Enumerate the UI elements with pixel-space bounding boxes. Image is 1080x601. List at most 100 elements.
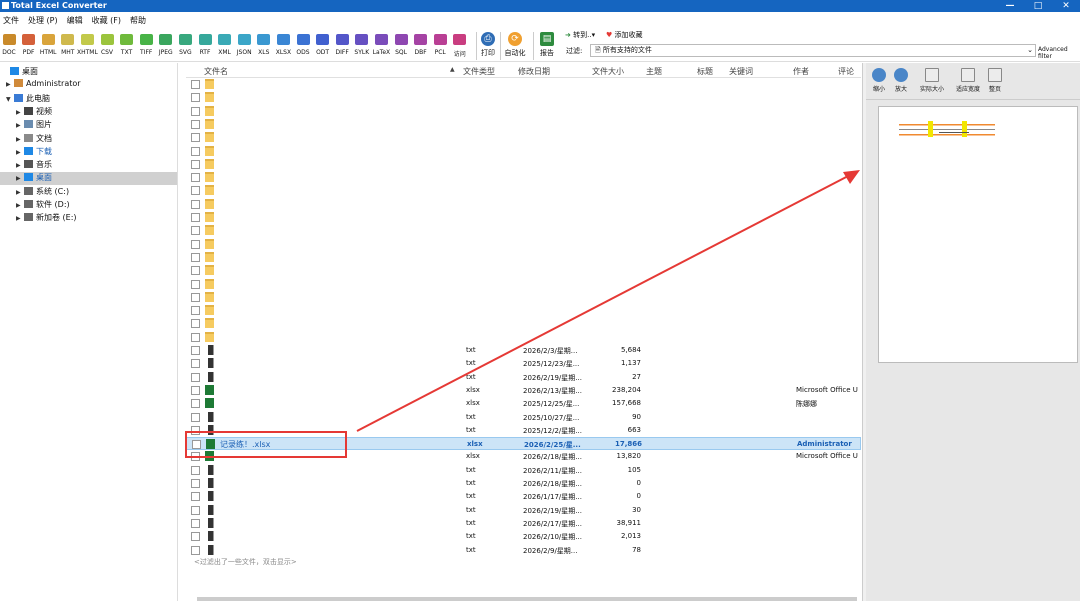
convert-sql-button[interactable]: SQL <box>393 34 409 56</box>
col-subject[interactable]: 主题 <box>646 66 662 77</box>
expand-arrow-icon[interactable]: ▶ <box>16 189 24 196</box>
row-checkbox[interactable] <box>191 372 200 382</box>
row-checkbox[interactable] <box>191 80 200 89</box>
row-checkbox[interactable] <box>191 106 200 116</box>
file-row[interactable]: txt 2026/2/3/星期... 5,684 <box>186 344 861 357</box>
add-favorite-button[interactable]: ♥ 添加收藏 <box>606 30 643 40</box>
expand-arrow-icon[interactable]: ▶ <box>16 162 24 169</box>
row-checkbox[interactable] <box>191 319 200 329</box>
col-comment[interactable]: 评论 <box>838 66 854 77</box>
tree-item[interactable]: ▶ 图片 <box>0 119 177 132</box>
col-keywords[interactable]: 关键词 <box>729 66 753 77</box>
tree-item[interactable]: ▶ 下载 <box>0 146 177 159</box>
tree-item[interactable]: ▶ 桌面 <box>0 172 177 186</box>
folder-row[interactable] <box>186 118 861 131</box>
folder-row[interactable] <box>186 131 861 144</box>
row-checkbox[interactable] <box>191 399 200 409</box>
row-checkbox[interactable] <box>191 532 200 542</box>
row-checkbox[interactable] <box>191 133 200 143</box>
full-page-button[interactable]: 整页 <box>988 68 1002 93</box>
filter-select[interactable]: 🗎 所有支持的文件 ⌄ <box>590 44 1036 57</box>
file-row[interactable]: txt 2026/2/19/星期... 30 <box>186 504 861 517</box>
horizontal-scrollbar[interactable] <box>197 597 857 601</box>
file-row[interactable]: txt 2026/1/17/星期... 0 <box>186 490 861 503</box>
convert-访问-button[interactable]: 访问 <box>452 34 468 58</box>
folder-row[interactable] <box>186 331 861 344</box>
row-checkbox[interactable] <box>191 385 200 395</box>
folder-row[interactable] <box>186 304 861 317</box>
expand-arrow-icon[interactable]: ▶ <box>6 81 14 88</box>
folder-row[interactable] <box>186 158 861 171</box>
tree-item[interactable]: ▶ 系统 (C:) <box>0 186 177 199</box>
row-checkbox[interactable] <box>191 505 200 515</box>
row-checkbox[interactable] <box>191 266 200 276</box>
col-modified[interactable]: 修改日期 <box>518 66 550 77</box>
menu-help[interactable]: 帮助 <box>130 15 146 26</box>
file-row[interactable]: txt 2025/10/27/星... 90 <box>186 411 861 424</box>
file-row[interactable]: txt 2025/12/23/星... 1,137 <box>186 357 861 370</box>
col-title[interactable]: 标题 <box>697 66 713 77</box>
convert-json-button[interactable]: JSON <box>236 34 252 56</box>
folder-row[interactable] <box>186 211 861 224</box>
goto-button[interactable]: ➜ 转到..▾ <box>565 30 595 40</box>
row-checkbox[interactable] <box>191 359 200 369</box>
automate-button[interactable]: ⟳ 自动化 <box>503 32 527 58</box>
tree-item[interactable]: ▼ 此电脑 <box>0 93 177 106</box>
print-button[interactable]: ⎙ 打印 <box>478 32 498 58</box>
convert-html-button[interactable]: HTML <box>40 34 57 56</box>
convert-sylk-button[interactable]: SYLK <box>354 34 370 56</box>
convert-csv-button[interactable]: CSV <box>99 34 115 56</box>
report-button[interactable]: ▤ 报告 <box>537 32 557 58</box>
close-button[interactable]: ✕ <box>1052 0 1080 12</box>
tree-item[interactable]: ▶ 视频 <box>0 106 177 119</box>
row-checkbox[interactable] <box>191 279 200 289</box>
folder-row[interactable] <box>186 78 861 91</box>
tree-item[interactable]: ▶ 软件 (D:) <box>0 199 177 212</box>
convert-rtf-button[interactable]: RTF <box>197 34 213 56</box>
convert-dbf-button[interactable]: DBF <box>413 34 429 56</box>
col-author[interactable]: 作者 <box>793 66 809 77</box>
col-filename[interactable]: 文件名 <box>204 66 228 77</box>
folder-row[interactable] <box>186 251 861 264</box>
row-checkbox[interactable] <box>191 199 200 209</box>
row-checkbox[interactable] <box>191 479 200 488</box>
tree-item[interactable]: 桌面 <box>0 66 177 79</box>
folder-row[interactable] <box>186 317 861 330</box>
folder-row[interactable] <box>186 224 861 237</box>
expand-arrow-icon[interactable]: ▶ <box>16 215 24 222</box>
convert-pcl-button[interactable]: PCL <box>432 34 448 56</box>
row-checkbox[interactable] <box>191 346 200 355</box>
expand-arrow-icon[interactable]: ▶ <box>16 136 24 143</box>
file-row[interactable]: txt 2026/2/18/星期... 0 <box>186 477 861 490</box>
folder-row[interactable] <box>186 145 861 158</box>
convert-tiff-button[interactable]: TIFF <box>138 34 154 56</box>
row-checkbox[interactable] <box>191 119 200 129</box>
row-checkbox[interactable] <box>191 159 200 169</box>
row-checkbox[interactable] <box>191 93 200 103</box>
folder-row[interactable] <box>186 198 861 211</box>
file-row[interactable]: txt 2026/2/10/星期... 2,013 <box>186 530 861 543</box>
maximize-button[interactable]: □ <box>1024 0 1052 12</box>
menu-edit[interactable]: 编辑 <box>67 15 83 26</box>
file-row[interactable]: txt 2026/2/19/星期... 27 <box>186 371 861 384</box>
row-checkbox[interactable] <box>191 465 200 475</box>
expand-arrow-icon[interactable]: ▶ <box>16 202 24 209</box>
expand-arrow-icon[interactable]: ▶ <box>16 122 24 129</box>
row-checkbox[interactable] <box>191 239 200 249</box>
zoom-in-button[interactable]: 放大 <box>894 68 908 93</box>
expand-arrow-icon[interactable]: ▶ <box>16 149 24 156</box>
row-checkbox[interactable] <box>191 226 200 236</box>
folder-row[interactable] <box>186 91 861 104</box>
convert-mht-button[interactable]: MHT <box>60 34 76 56</box>
row-checkbox[interactable] <box>191 173 200 183</box>
menu-process[interactable]: 处理 (P) <box>28 15 58 26</box>
folder-row[interactable] <box>186 171 861 184</box>
convert-xhtml-button[interactable]: XHTML <box>77 34 98 56</box>
fit-width-button[interactable]: 适应宽度 <box>956 68 980 93</box>
row-checkbox[interactable] <box>191 213 200 222</box>
folder-row[interactable] <box>186 184 861 197</box>
zoom-out-button[interactable]: 缩小 <box>872 68 886 93</box>
folder-row[interactable] <box>186 238 861 251</box>
convert-odt-button[interactable]: ODT <box>315 34 331 56</box>
row-checkbox[interactable] <box>191 292 200 302</box>
